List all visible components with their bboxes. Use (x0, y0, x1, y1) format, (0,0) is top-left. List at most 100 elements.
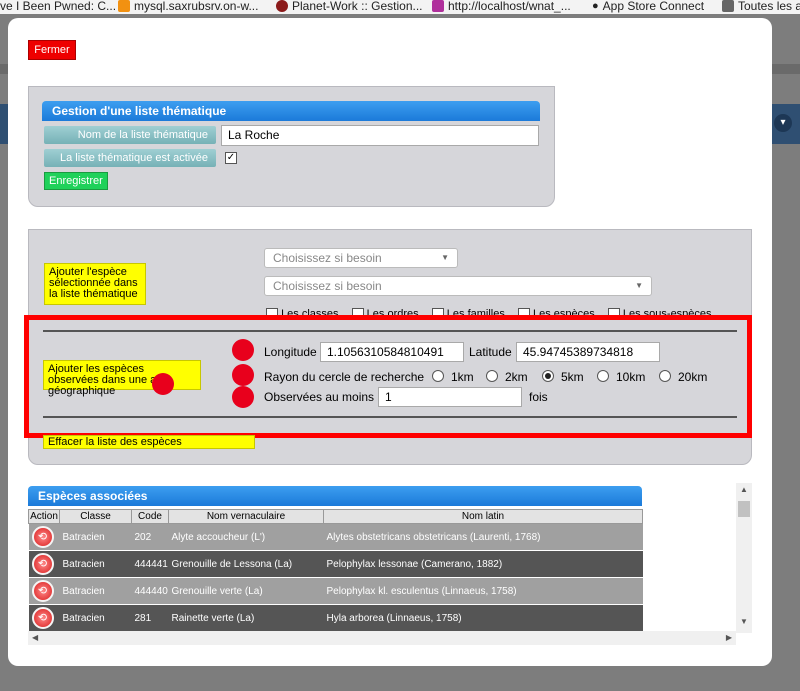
classe-cell: Batracien (59, 523, 132, 551)
observed-label: Observées au moins (264, 390, 375, 404)
vernacular-cell: Rainette verte (La) (168, 604, 324, 631)
scroll-down-icon[interactable]: ▼ (736, 617, 752, 626)
bookmark-app-store[interactable]: ● App Store Connect (592, 0, 704, 12)
annotation-marker-4 (152, 373, 174, 395)
associated-species-table-area: Action Classe Code Nom vernaculaire Nom … (28, 509, 736, 631)
list-panel-title: Gestion d'une liste thématique (42, 101, 540, 121)
longitude-input[interactable]: 1.1056310584810491 (320, 342, 464, 362)
classe-cell: Batracien (59, 604, 132, 631)
bookmark-label: http://localhost/wnat_... (448, 0, 571, 13)
latin-cell: Pelophylax lessonae (Camerano, 1882) (323, 550, 643, 578)
latin-cell: Hyla arborea (Linnaeus, 1758) (323, 604, 643, 631)
radius-20km-radio[interactable] (659, 370, 671, 382)
bookmarks-bar: ve I Been Pwned: C... mysql.saxrubsrv.on… (0, 0, 800, 14)
save-button[interactable]: Enregistrer (44, 172, 108, 190)
table-row: ⟲ Batracien 202 Alyte accoucheur (L') Al… (28, 523, 643, 551)
radius-option-label: 5km (561, 370, 584, 384)
radius-option-label: 20km (678, 370, 708, 384)
add-area-species-button[interactable]: Ajouter les espèces observées dans une a… (43, 360, 201, 397)
action-cell: ⟲ (28, 523, 60, 551)
column-header-action: Action (28, 509, 60, 524)
select-placeholder: Choisissez si besoin (273, 279, 382, 293)
annotation-marker-1 (232, 339, 254, 361)
delete-icon[interactable]: ⟲ (31, 580, 54, 602)
vernacular-cell: Alyte accoucheur (L') (168, 523, 324, 551)
caret-down-icon: ▼ (441, 253, 449, 262)
scrollbar-thumb[interactable] (738, 501, 750, 517)
bookmark-label: mysql.saxrubsrv.on-w... (134, 0, 259, 13)
divider (43, 330, 737, 332)
horizontal-scrollbar[interactable]: ◀ ▶ (28, 631, 736, 645)
annotation-marker-2 (232, 364, 254, 386)
divider (43, 416, 737, 418)
bookmark-folder[interactable]: Toutes les a (722, 0, 800, 12)
latitude-label: Latitude (469, 345, 512, 359)
annotation-marker-3 (232, 386, 254, 408)
add-selected-species-button[interactable]: Ajouter l'espèce sélectionnée dans la li… (44, 263, 146, 305)
radius-option-label: 2km (505, 370, 528, 384)
observed-input[interactable]: 1 (378, 387, 522, 407)
bookmark-localhost[interactable]: http://localhost/wnat_... (432, 0, 571, 12)
delete-icon[interactable]: ⟲ (31, 553, 54, 575)
radius-label: Rayon du cercle de recherche (264, 370, 425, 384)
list-name-input[interactable]: La Roche (221, 125, 539, 146)
close-button[interactable]: Fermer (28, 40, 76, 60)
column-header-vernaculaire: Nom vernaculaire (168, 509, 324, 524)
caret-down-icon: ▼ (635, 281, 643, 290)
longitude-label: Longitude (264, 345, 317, 359)
radius-option-label: 10km (616, 370, 646, 384)
column-header-code: Code (131, 509, 169, 524)
radius-1km-radio[interactable] (432, 370, 444, 382)
bookmark-mysql[interactable]: mysql.saxrubsrv.on-w... (118, 0, 258, 12)
planet-work-icon (276, 0, 288, 12)
table-row: ⟲ Batracien 444440 Grenouille verte (La)… (28, 577, 643, 605)
classe-cell: Batracien (59, 550, 132, 578)
latitude-input[interactable]: 45.94745389734818 (516, 342, 660, 362)
bookmark-planet-work[interactable]: Planet-Work :: Gestion... (276, 0, 423, 12)
taxon-select-1[interactable]: Choisissez si besoin ▼ (264, 248, 458, 268)
phpmyadmin-icon (118, 0, 130, 12)
clear-selection-button[interactable]: Effacer la liste des espèces sélectionné… (43, 435, 255, 449)
action-cell: ⟲ (28, 604, 60, 631)
classe-cell: Batracien (59, 577, 132, 605)
delete-icon[interactable]: ⟲ (31, 607, 54, 629)
scroll-right-icon[interactable]: ▶ (726, 631, 732, 645)
taxon-select-2[interactable]: Choisissez si besoin ▼ (264, 276, 652, 296)
bookmark-hibp[interactable]: ve I Been Pwned: C... (0, 0, 116, 12)
table-row: ⟲ Batracien 444441 Grenouille de Lessona… (28, 550, 643, 578)
scroll-up-icon[interactable]: ▲ (736, 485, 752, 494)
vertical-scrollbar[interactable]: ▲ ▼ (736, 483, 752, 633)
code-cell: 281 (131, 604, 169, 631)
observed-unit: fois (529, 390, 548, 404)
column-header-latin: Nom latin (323, 509, 643, 524)
code-cell: 444440 (131, 577, 169, 605)
scroll-left-icon[interactable]: ◀ (32, 631, 38, 645)
code-cell: 202 (131, 523, 169, 551)
latin-cell: Pelophylax kl. esculentus (Linnaeus, 175… (323, 577, 643, 605)
bookmark-label: ve I Been Pwned: C... (0, 0, 117, 13)
table-row: ⟲ Batracien 281 Rainette verte (La) Hyla… (28, 604, 643, 631)
vernacular-cell: Grenouille de Lessona (La) (168, 550, 324, 578)
bookmark-label: Planet-Work :: Gestion... (292, 0, 423, 13)
radius-10km-radio[interactable] (597, 370, 609, 382)
latin-cell: Alytes obstetricans obstetricans (Lauren… (323, 523, 643, 551)
associated-species-title: Espèces associées (28, 486, 642, 506)
chevron-down-icon: ▾ (774, 114, 792, 132)
radius-5km-radio[interactable] (542, 370, 554, 382)
radius-option-label: 1km (451, 370, 474, 384)
action-cell: ⟲ (28, 550, 60, 578)
code-cell: 444441 (131, 550, 169, 578)
bookmark-label: App Store Connect (602, 0, 705, 13)
action-cell: ⟲ (28, 577, 60, 605)
folder-icon (722, 0, 734, 12)
radius-2km-radio[interactable] (486, 370, 498, 382)
associated-species-table: Action Classe Code Nom vernaculaire Nom … (28, 509, 643, 631)
list-active-checkbox[interactable]: ✓ (225, 152, 237, 164)
delete-icon[interactable]: ⟲ (31, 526, 54, 548)
apple-icon: ● (592, 0, 599, 12)
column-header-classe: Classe (59, 509, 132, 524)
list-active-label: La liste thématique est activée (44, 149, 216, 167)
select-placeholder: Choisissez si besoin (273, 251, 382, 265)
list-name-label: Nom de la liste thématique (44, 126, 216, 144)
vernacular-cell: Grenouille verte (La) (168, 577, 324, 605)
